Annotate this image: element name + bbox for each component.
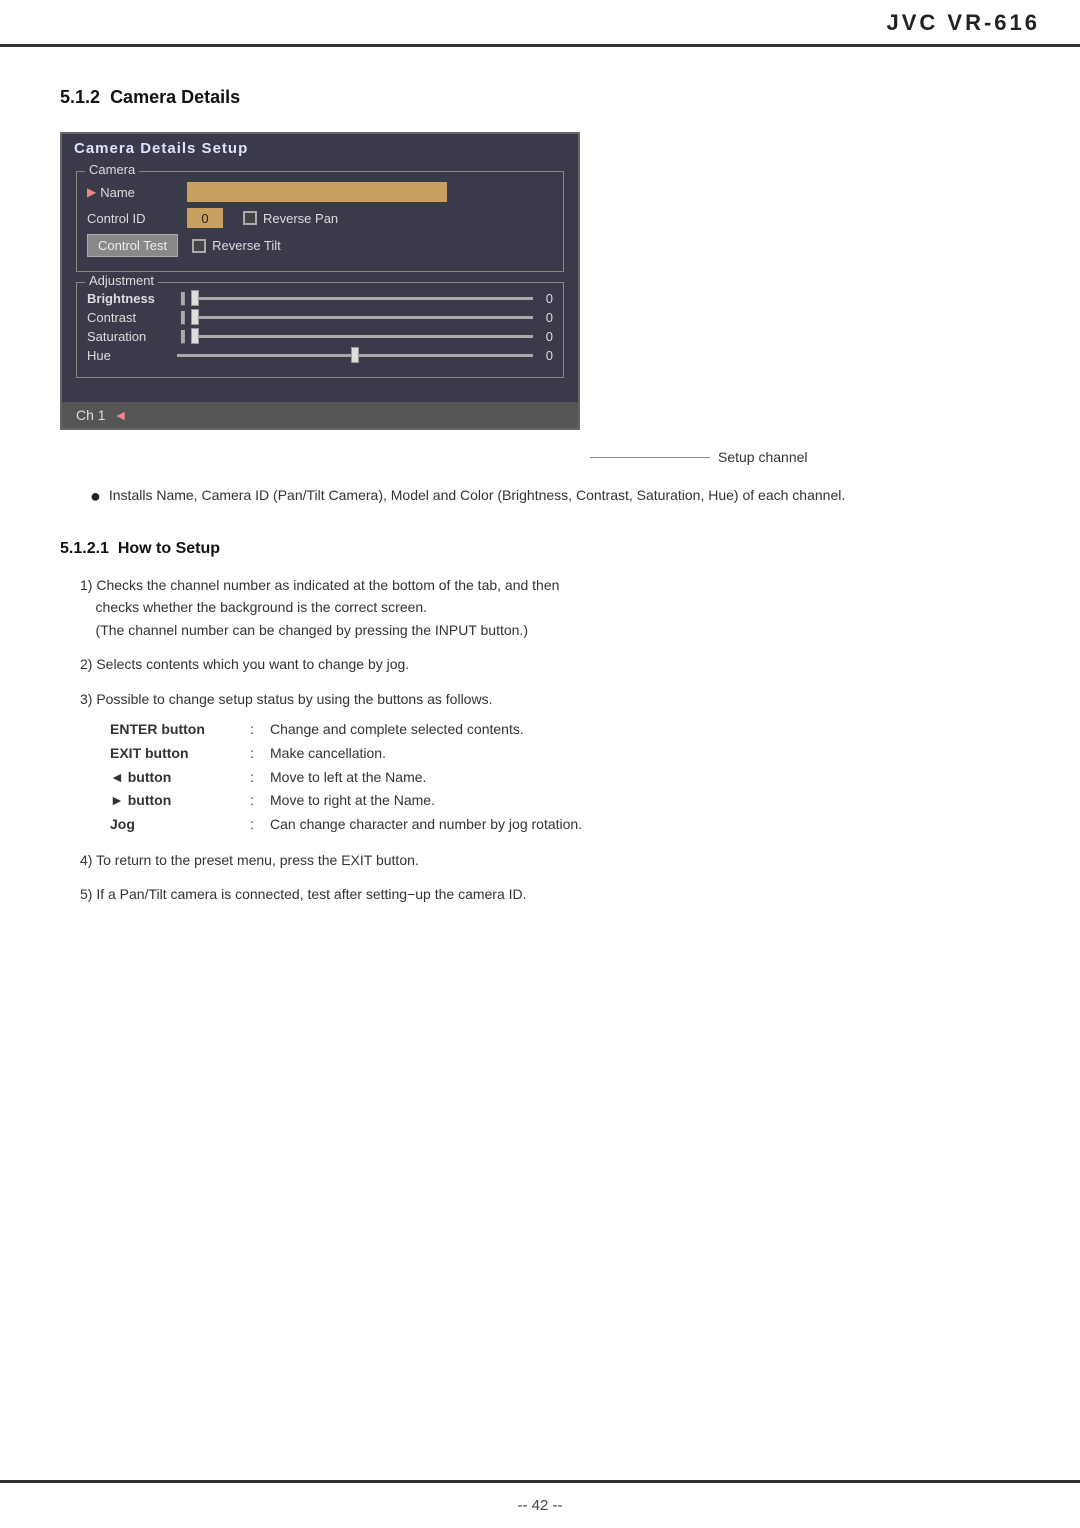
step-3-intro: 3) Possible to change setup status by us…	[80, 691, 492, 707]
button-name: ► button	[110, 789, 250, 813]
button-desc: Move to left at the Name.	[270, 766, 1020, 790]
button-desc: Move to right at the Name.	[270, 789, 1020, 813]
button-table: ENTER button : Change and complete selec…	[110, 718, 1020, 837]
reverse-tilt-checkbox-row: Reverse Tilt	[192, 238, 281, 253]
reverse-pan-row: Reverse Pan	[243, 211, 338, 226]
button-row: ► button : Move to right at the Name.	[110, 789, 1020, 813]
brightness-slider-handle[interactable]	[191, 290, 199, 306]
setup-channel-wrapper: Setup channel	[590, 449, 1020, 465]
hue-row: Hue 0	[87, 348, 553, 363]
button-row: EXIT button : Make cancellation.	[110, 742, 1020, 766]
setup-channel-line	[590, 457, 710, 458]
section-heading: 5.1.2 Camera Details	[60, 87, 1020, 108]
steps-list: 1) Checks the channel number as indicate…	[80, 574, 1020, 906]
saturation-row: Saturation ▐ 0	[87, 329, 553, 344]
top-bar: JVC VR-616	[0, 0, 1080, 47]
channel-bar: Ch 1 ◄	[62, 402, 578, 428]
button-name: Jog	[110, 813, 250, 837]
contrast-slider-track[interactable]	[191, 316, 533, 319]
control-test-button[interactable]: Control Test	[87, 234, 178, 257]
step-5-text: 5) If a Pan/Tilt camera is connected, te…	[80, 886, 527, 902]
channel-arrow[interactable]: ◄	[114, 407, 128, 423]
saturation-slider-container: ▐	[177, 331, 533, 343]
step-5: 5) If a Pan/Tilt camera is connected, te…	[80, 883, 1020, 905]
camera-section: Camera ▶ Name Control ID 0	[76, 171, 564, 272]
hue-slider-container	[177, 354, 533, 357]
name-label: ▶ Name	[87, 185, 187, 200]
hue-slider-track[interactable]	[177, 354, 533, 357]
button-row: ENTER button : Change and complete selec…	[110, 718, 1020, 742]
brightness-label: Brightness	[87, 291, 177, 306]
setup-channel-label: Setup channel	[718, 449, 808, 465]
contrast-label: Contrast	[87, 310, 177, 325]
name-arrow: ▶	[87, 185, 96, 199]
control-id-row: Control ID 0 Reverse Pan	[87, 208, 553, 228]
bullet-dot: ●	[90, 483, 101, 510]
reverse-pan-checkbox[interactable]	[243, 211, 257, 225]
button-name: EXIT button	[110, 742, 250, 766]
step-1: 1) Checks the channel number as indicate…	[80, 574, 1020, 641]
button-colon: :	[250, 742, 270, 766]
camera-section-label: Camera	[85, 162, 139, 177]
footer-page: -- 42 --	[518, 1497, 563, 1514]
reverse-pan-label: Reverse Pan	[263, 211, 338, 226]
reverse-tilt-checkbox[interactable]	[192, 239, 206, 253]
saturation-slider-track[interactable]	[191, 335, 533, 338]
hue-slider-handle[interactable]	[351, 347, 359, 363]
contrast-slider-container: ▐	[177, 312, 533, 324]
button-colon: :	[250, 718, 270, 742]
saturation-value: 0	[533, 329, 553, 344]
button-desc: Make cancellation.	[270, 742, 1020, 766]
brightness-row: Brightness ▐ 0	[87, 291, 553, 306]
step-3: 3) Possible to change setup status by us…	[80, 688, 1020, 837]
button-desc: Can change character and number by jog r…	[270, 813, 1020, 837]
control-id-value[interactable]: 0	[187, 208, 223, 228]
control-test-row: Control Test Reverse Tilt	[87, 234, 553, 257]
name-input[interactable]	[187, 182, 447, 202]
main-content: 5.1.2 Camera Details Camera Details Setu…	[0, 47, 1080, 978]
saturation-label: Saturation	[87, 329, 177, 344]
step-4: 4) To return to the preset menu, press t…	[80, 849, 1020, 871]
brightness-slider-left: ▐	[177, 293, 185, 305]
footer: -- 42 --	[0, 1480, 1080, 1528]
control-id-label: Control ID	[87, 211, 187, 226]
reverse-tilt-label: Reverse Tilt	[212, 238, 281, 253]
name-row: ▶ Name	[87, 182, 553, 202]
step-2: 2) Selects contents which you want to ch…	[80, 653, 1020, 675]
button-name: ◄ button	[110, 766, 250, 790]
button-row: ◄ button : Move to left at the Name.	[110, 766, 1020, 790]
bullet-note-text: Installs Name, Camera ID (Pan/Tilt Camer…	[109, 485, 845, 510]
contrast-slider-left: ▐	[177, 312, 185, 324]
button-colon: :	[250, 766, 270, 790]
button-colon: :	[250, 789, 270, 813]
adjustment-section-label: Adjustment	[85, 273, 158, 288]
hue-label: Hue	[87, 348, 177, 363]
adjustment-section: Adjustment Brightness ▐ 0	[76, 282, 564, 378]
step-1-text: 1) Checks the channel number as indicate…	[80, 577, 559, 638]
camera-details-setup-box: Camera Details Setup Camera ▶ Name Contr…	[60, 132, 580, 430]
brand-title: JVC VR-616	[886, 10, 1040, 36]
reverse-tilt-row: Reverse Tilt	[192, 238, 281, 253]
button-name: ENTER button	[110, 718, 250, 742]
camera-setup-body: Camera ▶ Name Control ID 0	[62, 163, 578, 402]
step-2-text: 2) Selects contents which you want to ch…	[80, 656, 409, 672]
brightness-slider-container: ▐	[177, 293, 533, 305]
button-row: Jog : Can change character and number by…	[110, 813, 1020, 837]
saturation-slider-handle[interactable]	[191, 328, 199, 344]
step-4-text: 4) To return to the preset menu, press t…	[80, 852, 419, 868]
contrast-row: Contrast ▐ 0	[87, 310, 553, 325]
brightness-slider-track[interactable]	[191, 297, 533, 300]
brightness-value: 0	[533, 291, 553, 306]
hue-value: 0	[533, 348, 553, 363]
contrast-slider-handle[interactable]	[191, 309, 199, 325]
reverse-pan-checkbox-row: Reverse Pan	[243, 211, 338, 226]
contrast-value: 0	[533, 310, 553, 325]
camera-setup-title: Camera Details Setup	[62, 134, 578, 163]
channel-label: Ch 1	[76, 407, 106, 423]
saturation-slider-left: ▐	[177, 331, 185, 343]
button-colon: :	[250, 813, 270, 837]
button-desc: Change and complete selected contents.	[270, 718, 1020, 742]
sub-section-heading: 5.1.2.1 How to Setup	[60, 540, 1020, 558]
bullet-note: ● Installs Name, Camera ID (Pan/Tilt Cam…	[90, 485, 1020, 510]
